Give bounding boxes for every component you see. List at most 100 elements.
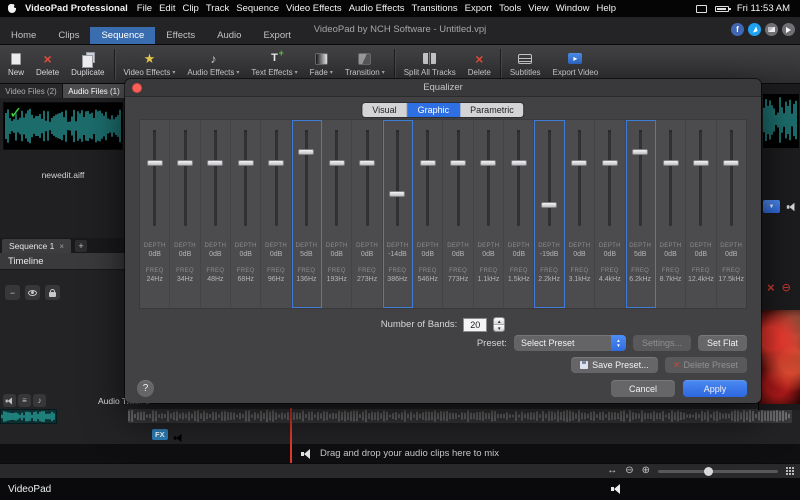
eq-slider-track[interactable] <box>517 130 520 226</box>
menu-export[interactable]: Export <box>465 3 492 14</box>
clip-thumbnail-partial[interactable] <box>763 94 799 148</box>
eq-slider-handle[interactable] <box>359 160 375 166</box>
facebook-icon[interactable]: f <box>731 23 744 36</box>
timeline-zoom-slider[interactable] <box>658 470 778 473</box>
zoom-slider-knob[interactable] <box>704 467 713 476</box>
tab-export[interactable]: Export <box>252 27 301 44</box>
set-flat-button[interactable]: Set Flat <box>698 335 747 351</box>
help-button[interactable]: ? <box>137 380 154 397</box>
toolbar-text-effects-button[interactable]: TText Effects▾ <box>245 47 303 82</box>
eq-slider-track[interactable] <box>335 130 338 226</box>
apply-button[interactable]: Apply <box>683 380 747 397</box>
settings-button[interactable]: Settings... <box>633 335 691 351</box>
eq-slider-handle[interactable] <box>450 160 466 166</box>
tab-clips[interactable]: Clips <box>47 27 90 44</box>
eq-slider-track[interactable] <box>548 130 551 226</box>
toolbar-split-all-tracks-button[interactable]: Split All Tracks <box>398 47 462 82</box>
eq-slider-track[interactable] <box>396 130 399 226</box>
number-of-bands-value[interactable]: 20 <box>463 318 487 332</box>
mute-icon[interactable]: ⊖ <box>782 281 791 294</box>
eq-slider-track[interactable] <box>608 130 611 226</box>
eq-slider-track[interactable] <box>699 130 702 226</box>
track-speaker-icon[interactable] <box>174 434 183 443</box>
zoom-in-icon[interactable]: ⊕ <box>642 466 650 476</box>
horizontal-scroll-icon[interactable]: ↔ <box>607 466 617 476</box>
fx-button[interactable]: FX <box>152 429 168 440</box>
tab-graphic[interactable]: Graphic <box>408 103 461 117</box>
number-of-bands-stepper[interactable]: ▲ ▼ <box>493 317 505 332</box>
menu-bar-clock[interactable]: Fri 11:53 AM <box>737 3 790 14</box>
toolbar-duplicate-button[interactable]: Duplicate <box>65 47 110 82</box>
display-icon[interactable] <box>696 5 707 13</box>
stepper-down-icon[interactable]: ▼ <box>494 324 504 331</box>
bin-tab-audio-files[interactable]: Audio Files (1) <box>63 84 126 98</box>
eq-slider-track[interactable] <box>487 130 490 226</box>
grid-view-icon[interactable] <box>786 467 788 469</box>
eq-slider-track[interactable] <box>214 130 217 226</box>
cancel-button[interactable]: Cancel <box>611 380 675 397</box>
download-icon[interactable]: ▼ <box>763 200 780 213</box>
menu-track[interactable]: Track <box>206 3 229 14</box>
tab-sequence[interactable]: Sequence <box>90 27 155 44</box>
eq-slider-handle[interactable] <box>632 149 648 155</box>
menu-edit[interactable]: Edit <box>159 3 175 14</box>
menu-app-name[interactable]: VideoPad Professional <box>25 3 128 14</box>
save-preset-button[interactable]: Save Preset... <box>571 357 658 373</box>
eq-slider-handle[interactable] <box>147 160 163 166</box>
eq-slider-handle[interactable] <box>541 202 557 208</box>
tab-parametric[interactable]: Parametric <box>460 103 524 117</box>
tab-effects[interactable]: Effects <box>155 27 206 44</box>
menu-help[interactable]: Help <box>596 3 616 14</box>
eq-slider-handle[interactable] <box>238 160 254 166</box>
eq-slider-track[interactable] <box>730 130 733 226</box>
audio-clip-2[interactable] <box>127 408 793 424</box>
eq-slider-handle[interactable] <box>329 160 345 166</box>
eq-slider-handle[interactable] <box>298 149 314 155</box>
preview-speaker-icon[interactable] <box>787 202 796 211</box>
battery-icon[interactable] <box>715 6 729 12</box>
eq-slider-handle[interactable] <box>389 191 405 197</box>
audio-clip-name[interactable]: newedit.aiff <box>0 170 126 180</box>
eq-slider-track[interactable] <box>669 130 672 226</box>
track-lock-icon[interactable] <box>45 285 60 300</box>
track-mute-icon[interactable] <box>3 394 16 407</box>
add-sequence-button[interactable]: + <box>75 240 87 252</box>
menu-view[interactable]: View <box>528 3 548 14</box>
menu-file[interactable]: File <box>137 3 152 14</box>
eq-slider-track[interactable] <box>426 130 429 226</box>
twitter-icon[interactable] <box>748 23 761 36</box>
menu-window[interactable]: Window <box>556 3 590 14</box>
menu-clip[interactable]: Clip <box>182 3 198 14</box>
eq-slider-handle[interactable] <box>571 160 587 166</box>
toolbar-export-video-button[interactable]: ▸Export Video <box>547 47 605 82</box>
volume-icon[interactable] <box>611 484 622 494</box>
eq-slider-track[interactable] <box>275 130 278 226</box>
eq-slider-track[interactable] <box>366 130 369 226</box>
toolbar-video-effects-button[interactable]: ★Video Effects▾ <box>118 47 182 82</box>
menu-sequence[interactable]: Sequence <box>236 3 279 14</box>
toolbar-delete-button[interactable]: ×Delete <box>30 47 65 82</box>
eq-slider-handle[interactable] <box>723 160 739 166</box>
eq-slider-handle[interactable] <box>693 160 709 166</box>
toolbar-subtitles-button[interactable]: Subtitles <box>504 47 547 82</box>
eq-slider-handle[interactable] <box>511 160 527 166</box>
toolbar-new-button[interactable]: New <box>2 47 30 82</box>
track-visibility-icon[interactable] <box>25 285 40 300</box>
tab-audio[interactable]: Audio <box>206 27 252 44</box>
audio-mix-drop-area[interactable]: Drag and drop your audio clips here to m… <box>0 444 800 463</box>
sequence-tab[interactable]: Sequence 1 × <box>2 239 71 253</box>
bin-tab-video-files[interactable]: Video Files (2) <box>0 84 63 98</box>
eq-slider-track[interactable] <box>153 130 156 226</box>
eq-slider-track[interactable] <box>578 130 581 226</box>
collapse-track-icon[interactable] <box>5 285 20 300</box>
tab-visual[interactable]: Visual <box>362 103 407 117</box>
eq-slider-handle[interactable] <box>602 160 618 166</box>
eq-slider-handle[interactable] <box>420 160 436 166</box>
menu-video-effects[interactable]: Video Effects <box>286 3 342 14</box>
eq-slider-handle[interactable] <box>268 160 284 166</box>
timeline-playhead[interactable] <box>290 408 292 463</box>
track-audio-icon[interactable] <box>33 394 46 407</box>
toolbar-delete-button[interactable]: ×Delete <box>462 47 497 82</box>
menu-transitions[interactable]: Transitions <box>412 3 458 14</box>
eq-slider-track[interactable] <box>639 130 642 226</box>
